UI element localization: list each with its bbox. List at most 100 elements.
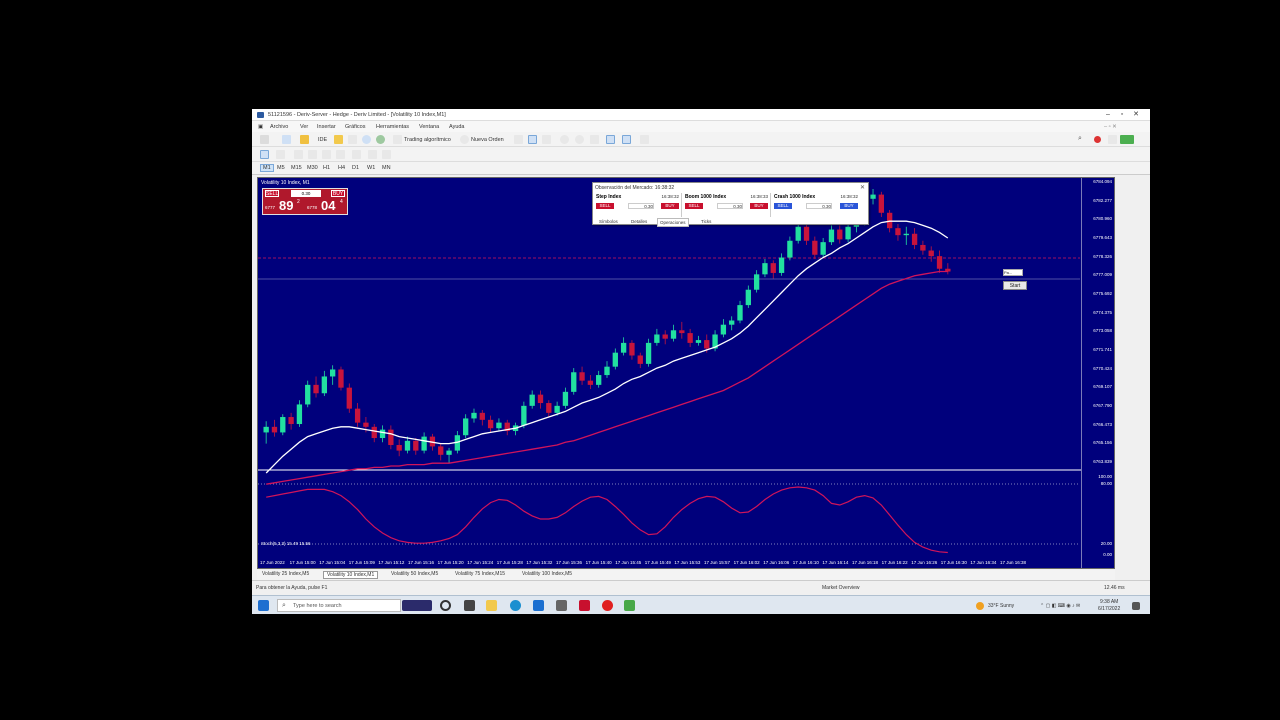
tray-icons[interactable]: ⌃ ▢ ◧ ⌨ ◉ ♪ ✉ [1040,603,1080,609]
symbol-buy-button[interactable]: BUY [840,203,858,209]
task-view-icon[interactable] [440,600,451,611]
menu-insertar[interactable]: Insertar [317,124,336,130]
horizontal-line-icon[interactable] [308,150,317,159]
notification-icon[interactable] [1094,136,1101,143]
metatrader-icon[interactable] [579,600,590,611]
windows-start-icon[interactable] [258,600,269,611]
timeframe-h1[interactable]: H1 [321,165,332,171]
menu-ventana[interactable]: Ventana [419,124,439,130]
close-icon[interactable]: ✕ [860,184,865,191]
price-chart[interactable] [258,178,1115,569]
line-chart-icon[interactable] [542,135,551,144]
candle-body [878,194,884,213]
taskbar-search[interactable]: ⌕ Type here to search [277,599,401,612]
navigator-icon[interactable] [300,135,309,144]
history-icon[interactable] [348,135,357,144]
menu-archivo[interactable]: Archivo [270,124,288,130]
symbol-sell-button[interactable]: SELL [774,203,792,209]
new-chart-icon[interactable] [260,135,269,144]
trend-line-icon[interactable] [322,150,331,159]
text-tool-icon[interactable] [368,150,377,159]
minimize-icon[interactable]: – [1102,111,1114,119]
profiles-icon[interactable] [282,135,291,144]
channel-icon[interactable] [336,150,345,159]
price-label: 6770.424 [1093,365,1112,371]
depth-icon[interactable] [514,135,523,144]
close-icon[interactable]: ✕ [1130,111,1142,119]
sell-button[interactable]: SELL [265,190,279,197]
cursor-icon[interactable] [260,150,269,159]
vertical-line-icon[interactable] [294,150,303,159]
symbol-buy-button[interactable]: BUY [750,203,768,209]
crosshair-icon[interactable] [276,150,285,159]
screen-recorder-icon[interactable] [602,600,613,611]
notifications-icon[interactable] [1132,602,1140,610]
chart-window[interactable]: 6784.094 6782.277 6780.960 6779.643 6778.326… [257,177,1115,569]
symbol-lot-input[interactable]: 0.30 [628,203,654,209]
grid-icon[interactable] [590,135,599,144]
start-button[interactable]: Start [1003,281,1027,290]
symbol-lot-input[interactable]: 0.30 [717,203,743,209]
symbol-sell-button[interactable]: SELL [596,203,614,209]
maximize-icon[interactable]: ▫ [1116,111,1128,119]
ide-button[interactable]: IDE [318,137,327,143]
account-icon[interactable] [1108,135,1117,144]
timeframe-h4[interactable]: H4 [336,165,347,171]
fibonacci-icon[interactable] [352,150,361,159]
tab-ticks[interactable]: Ticks [699,218,713,225]
restore-child-icon[interactable]: – ▫ ✕ [1104,124,1117,130]
lot-size-input[interactable]: 0.30 [291,190,321,197]
timeframe-w1[interactable]: W1 [365,165,377,171]
screenshot-icon[interactable] [640,135,649,144]
new-order-button[interactable]: Nueva Orden [471,137,504,143]
mail-icon[interactable] [533,600,544,611]
autoscroll-icon[interactable] [606,135,615,144]
new-order-icon[interactable] [460,135,469,144]
chart-tab[interactable]: Volatility 25 Index,M5 [259,571,312,577]
search-icon[interactable]: ⌕ [1078,135,1087,144]
timeframe-d1[interactable]: D1 [350,165,361,171]
menu-ver[interactable]: Ver [300,124,308,130]
zoom-in-icon[interactable] [560,135,569,144]
widgets-icon[interactable] [464,600,475,611]
timeframe-m5[interactable]: M5 [275,165,287,171]
timeframe-m30[interactable]: M30 [305,165,320,171]
chart-tab-active[interactable]: Volatility 10 Index,M1 [323,571,379,579]
clock-date[interactable]: 6/17/2022 [1098,606,1120,612]
symbol-lot-input[interactable]: 0.30 [806,203,832,209]
chart-tab[interactable]: Volatility 100 Index,M5 [519,571,575,577]
timeframe-mn[interactable]: MN [380,165,393,171]
ea-param-field[interactable]: Pa... [1003,269,1023,276]
tab-operaciones[interactable]: Operaciones [657,218,689,227]
candle-body [895,228,901,236]
edge-icon[interactable] [510,600,521,611]
market-icon[interactable] [376,135,385,144]
settings-icon[interactable] [556,600,567,611]
folder-icon[interactable] [334,135,343,144]
tab-simbolos[interactable]: Símbolos [597,218,620,225]
cortana-icon[interactable] [402,600,432,611]
algo-trading-icon[interactable] [393,135,402,144]
menu-graficos[interactable]: Gráficos [345,124,365,130]
timeframe-m15[interactable]: M15 [289,165,304,171]
clock-time[interactable]: 9:38 AM [1100,599,1118,605]
symbol-sell-button[interactable]: SELL [685,203,703,209]
menu-ayuda[interactable]: Ayuda [449,124,465,130]
chart-tab[interactable]: Volatility 75 Index,M15 [452,571,508,577]
candle-body [936,256,943,269]
signals-icon[interactable] [362,135,371,144]
chart-tab[interactable]: Volatility 50 Index,M5 [388,571,441,577]
symbol-buy-button[interactable]: BUY [661,203,679,209]
shapes-icon[interactable] [382,150,391,159]
chart-shift-icon[interactable] [622,135,631,144]
algo-trading-button[interactable]: Trading algorítmico [404,137,451,143]
app-icon[interactable] [624,600,635,611]
tab-detalles[interactable]: Detalles [629,218,649,225]
zoom-out-icon[interactable] [575,135,584,144]
menu-herramientas[interactable]: Herramientas [376,124,409,130]
file-explorer-icon[interactable] [486,600,497,611]
buy-button[interactable]: BUY [331,190,345,197]
timeframe-m1[interactable]: M1 [260,164,274,172]
bar-chart-icon[interactable] [528,135,537,144]
weather-text[interactable]: 33°F Sunny [988,603,1014,609]
